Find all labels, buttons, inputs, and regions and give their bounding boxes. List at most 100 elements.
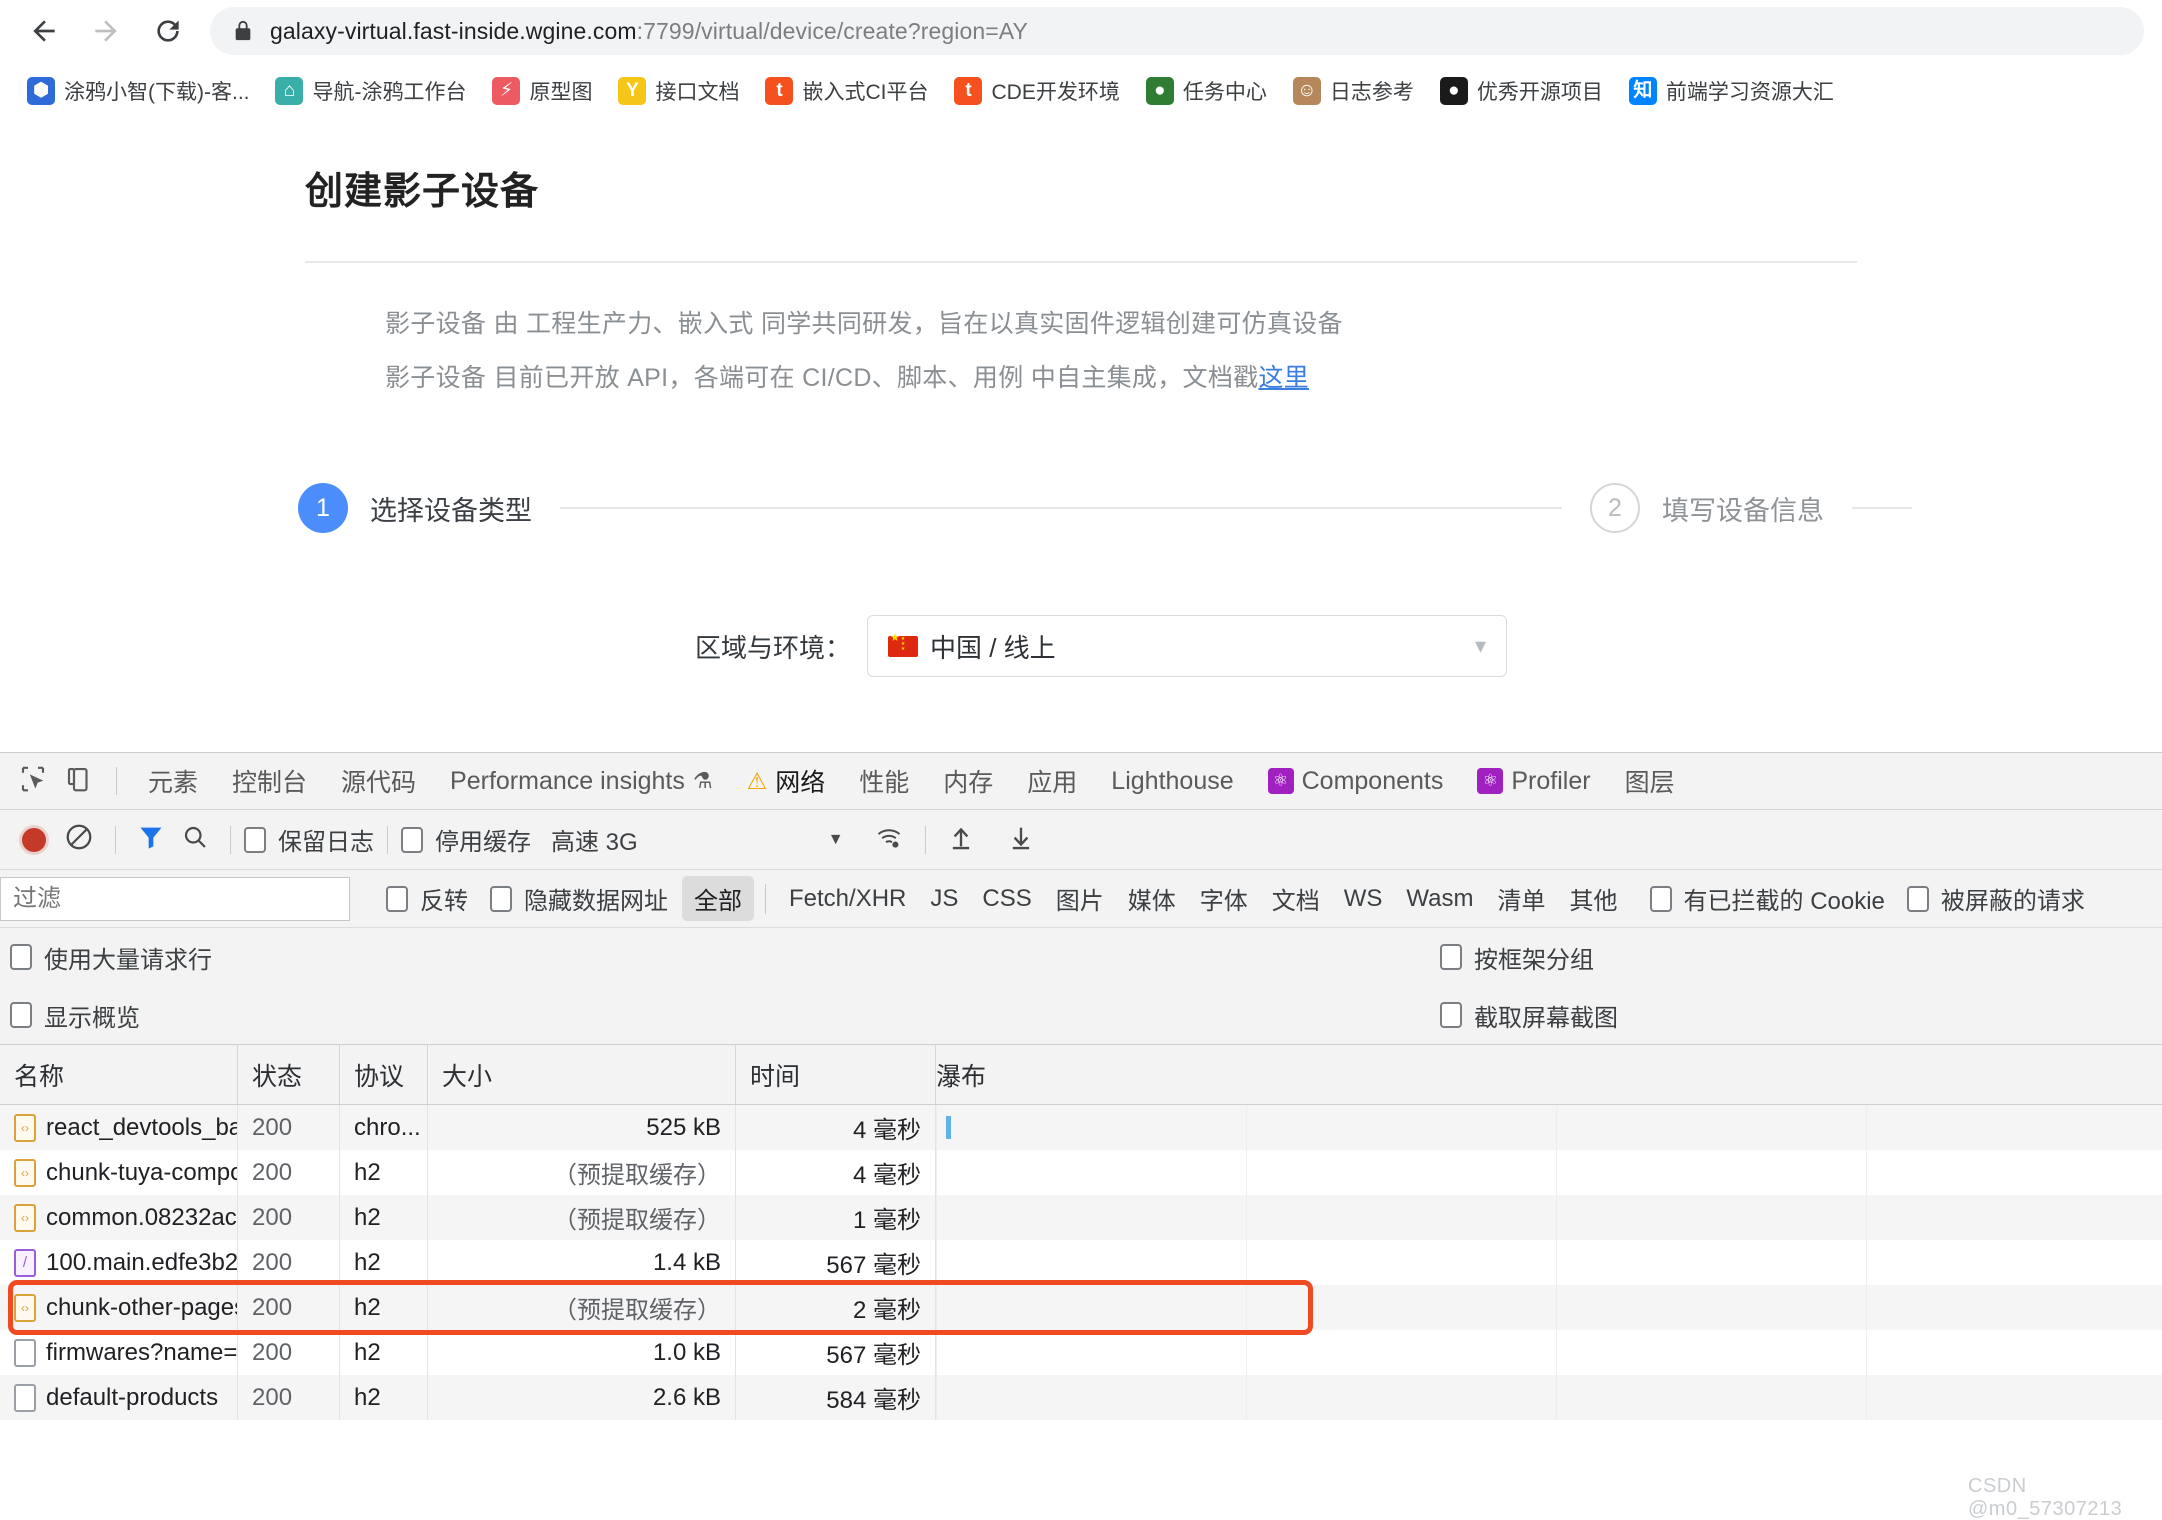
- devtools-tab-5[interactable]: 性能: [842, 755, 926, 807]
- network-conditions-button[interactable]: [866, 818, 912, 862]
- bookmark-item[interactable]: ⬢ 涂鸦小智(下载)-客...: [14, 72, 262, 110]
- table-header-4[interactable]: 时间: [736, 1045, 936, 1104]
- forward-button[interactable]: [80, 5, 132, 57]
- table-row[interactable]: / 100.main.edfe3b2e....200h21.4 kB567 毫秒: [0, 1240, 2162, 1285]
- inspect-element-icon: [18, 764, 48, 799]
- devtools-tab-3[interactable]: Performance insights ⚗: [433, 755, 730, 807]
- filter-type-5[interactable]: 媒体: [1116, 876, 1188, 921]
- devtools-tab-0[interactable]: 元素: [131, 755, 215, 807]
- bookmark-item[interactable]: ⚡ 原型图: [479, 72, 605, 110]
- devtools-tab-7[interactable]: 应用: [1010, 755, 1094, 807]
- capture-screenshots-checkbox[interactable]: 截取屏幕截图: [1440, 998, 1618, 1033]
- download-arrow-icon: [1007, 822, 1035, 857]
- cell-status: 200: [238, 1240, 340, 1285]
- filter-type-6[interactable]: 字体: [1188, 876, 1260, 921]
- group-by-frame-checkbox[interactable]: 按框架分组: [1440, 940, 1594, 975]
- filter-type-1[interactable]: Fetch/XHR: [777, 880, 918, 918]
- docs-link[interactable]: 这里: [1258, 364, 1309, 392]
- devtools-tab-1[interactable]: 控制台: [215, 755, 324, 807]
- bookmark-label: 前端学习资源大汇: [1665, 80, 1834, 104]
- cell-size: （预提取缓存）: [428, 1150, 736, 1195]
- invert-checkbox[interactable]: 反转: [386, 881, 468, 916]
- table-header-3[interactable]: 大小: [428, 1045, 736, 1104]
- record-button[interactable]: [12, 818, 56, 862]
- devtools-tab-9[interactable]: ⚛ Components: [1251, 755, 1461, 807]
- devtools-tab-2[interactable]: 源代码: [324, 755, 433, 807]
- filter-toggle-button[interactable]: [129, 818, 173, 862]
- clear-button[interactable]: [56, 818, 102, 862]
- cell-waterfall: [936, 1195, 2162, 1240]
- js-file-icon: ‹›: [14, 1113, 36, 1142]
- search-button[interactable]: [173, 818, 217, 862]
- step-2[interactable]: 2 填写设备信息: [1590, 483, 1824, 533]
- devtools-tab-label: 源代码: [341, 769, 417, 797]
- address-bar[interactable]: galaxy-virtual.fast-inside.wgine.com:779…: [210, 7, 2144, 55]
- yapi-compass-icon: Y: [618, 76, 647, 105]
- import-har-button[interactable]: [939, 818, 983, 862]
- bookmark-item[interactable]: ☺ 日志参考: [1280, 72, 1427, 110]
- show-overview-checkbox[interactable]: 显示概览: [10, 998, 140, 1033]
- devtools-tab-6[interactable]: 内存: [926, 755, 1010, 807]
- invert-label: 反转: [420, 888, 468, 915]
- group-by-frame-label: 按框架分组: [1474, 946, 1594, 974]
- filter-type-2[interactable]: JS: [918, 880, 970, 918]
- waterfall-gridline: [1556, 1150, 1557, 1195]
- filter-type-0[interactable]: 全部: [682, 876, 754, 921]
- filter-type-11[interactable]: 其他: [1558, 876, 1630, 921]
- reload-icon: [152, 15, 184, 47]
- devtools-tab-8[interactable]: Lighthouse: [1094, 755, 1250, 807]
- big-request-rows-checkbox[interactable]: 使用大量请求行: [10, 940, 212, 975]
- step-1[interactable]: 1 选择设备类型: [298, 483, 532, 533]
- disable-cache-checkbox[interactable]: 停用缓存: [401, 822, 531, 857]
- filter-type-9[interactable]: Wasm: [1394, 880, 1485, 918]
- tuya-orange-icon: t: [954, 76, 983, 105]
- filter-divider: [765, 883, 766, 914]
- back-button[interactable]: [18, 5, 70, 57]
- reload-button[interactable]: [142, 5, 194, 57]
- table-row[interactable]: ‹› react_devtools_back...200chro...525 kB…: [0, 1105, 2162, 1150]
- table-header-5[interactable]: 瀑布: [936, 1045, 2162, 1104]
- js-file-icon: ‹›: [14, 1158, 36, 1187]
- cell-size: 525 kB: [428, 1105, 736, 1150]
- table-row[interactable]: firmwares?name=&p...200h21.0 kB567 毫秒: [0, 1330, 2162, 1375]
- region-select[interactable]: 中国 / 线上 ▾: [867, 615, 1507, 677]
- device-toolbar-button[interactable]: [56, 758, 102, 804]
- filter-type-3[interactable]: CSS: [970, 880, 1043, 918]
- devtools-tab-4[interactable]: ⚠ 网络: [730, 755, 843, 807]
- bookmark-item[interactable]: ⌂ 导航-涂鸦工作台: [262, 72, 479, 110]
- filter-type-7[interactable]: 文档: [1260, 876, 1332, 921]
- table-row[interactable]: ‹› chunk-other-pages....200h2（预提取缓存）2 毫秒: [0, 1285, 2162, 1330]
- bookmark-item[interactable]: 知前端学习资源大汇: [1616, 72, 1847, 110]
- caret-down-icon[interactable]: ▼: [828, 831, 844, 849]
- filter-input[interactable]: [0, 876, 350, 921]
- table-header-2[interactable]: 协议: [340, 1045, 428, 1104]
- throttle-select[interactable]: 高速 3G: [551, 822, 638, 857]
- export-har-button[interactable]: [999, 818, 1043, 862]
- devtools-tab-10[interactable]: ⚛ Profiler: [1460, 755, 1607, 807]
- doc-file-icon: [14, 1383, 36, 1412]
- cell-status: 200: [238, 1150, 340, 1195]
- hide-data-urls-checkbox[interactable]: 隐藏数据网址: [490, 881, 668, 916]
- bookmark-item[interactable]: t CDE开发环境: [941, 72, 1132, 110]
- preserve-log-checkbox[interactable]: 保留日志: [244, 822, 374, 857]
- toolbar-divider-1: [115, 825, 116, 854]
- bookmark-item[interactable]: ● 优秀开源项目: [1427, 72, 1616, 110]
- inspect-element-button[interactable]: [10, 758, 56, 804]
- blocked-requests-checkbox[interactable]: 被屏蔽的请求: [1906, 881, 2085, 916]
- blocked-cookies-checkbox[interactable]: 有已拦截的 Cookie: [1649, 881, 1885, 916]
- filter-type-4[interactable]: 图片: [1044, 876, 1116, 921]
- filter-type-8[interactable]: WS: [1332, 880, 1395, 918]
- step-indicator: 1 选择设备类型 2 填写设备信息: [0, 483, 2162, 533]
- bookmark-item[interactable]: t 嵌入式CI平台: [752, 72, 941, 110]
- upload-arrow-icon: [947, 822, 975, 857]
- filter-type-10[interactable]: 清单: [1486, 876, 1558, 921]
- bookmark-item[interactable]: ● 任务中心: [1133, 72, 1280, 110]
- devtools-tab-label: 网络: [775, 769, 826, 797]
- bookmark-item[interactable]: Y 接口文档: [605, 72, 752, 110]
- table-header-1[interactable]: 状态: [238, 1045, 340, 1104]
- table-header-0[interactable]: 名称: [0, 1045, 238, 1104]
- table-row[interactable]: ‹› chunk-tuya-compon...200h2（预提取缓存）4 毫秒: [0, 1150, 2162, 1195]
- table-row[interactable]: default-products 200 h2 2.6 kB 584 毫秒: [0, 1375, 2162, 1420]
- table-row[interactable]: ‹› common.08232ac1.js200h2（预提取缓存）1 毫秒: [0, 1195, 2162, 1240]
- devtools-tab-11[interactable]: 图层: [1608, 755, 1692, 807]
